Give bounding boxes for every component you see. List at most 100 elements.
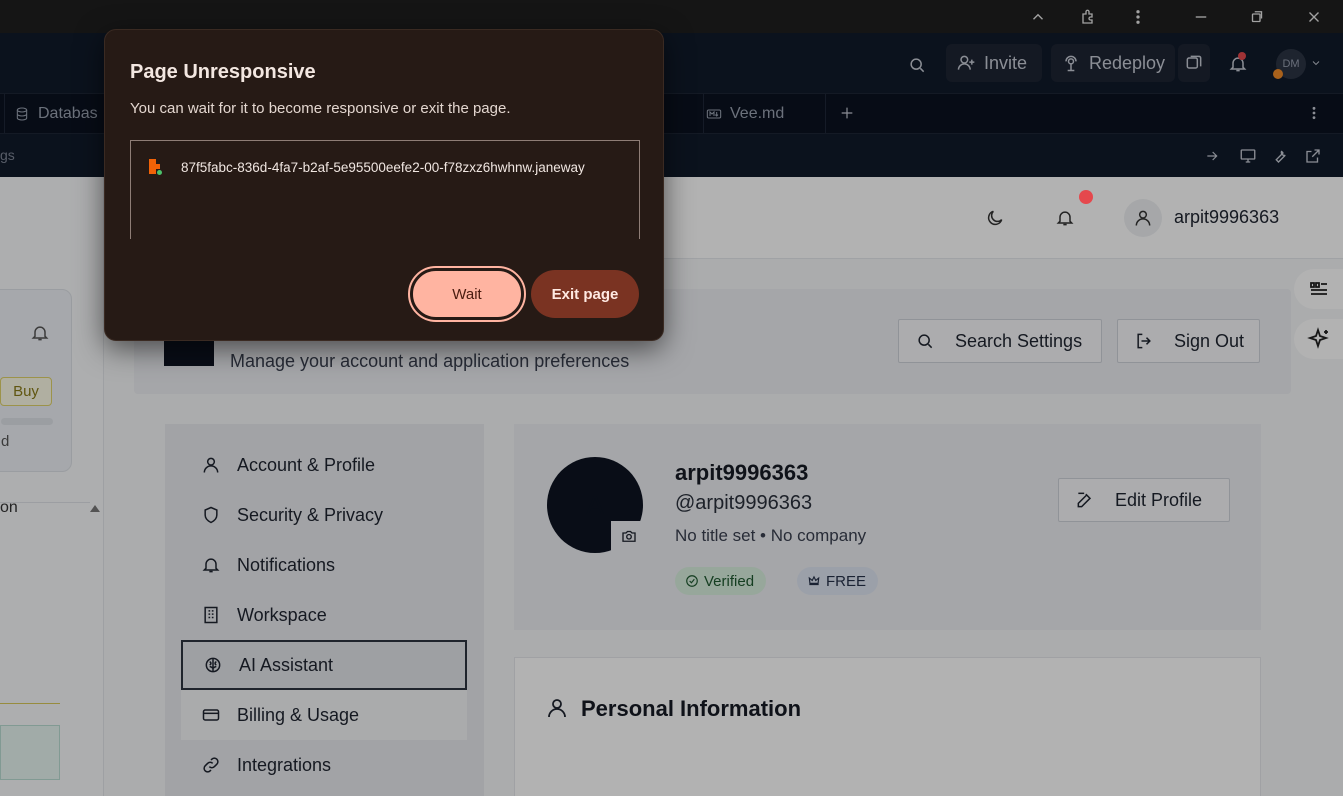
- search-settings-label: Search Settings: [955, 330, 1083, 351]
- person-icon: [548, 699, 566, 718]
- invite-button[interactable]: Invite: [946, 44, 1042, 82]
- header-username[interactable]: arpit9996363: [1174, 207, 1279, 228]
- redeploy-button[interactable]: Redeploy: [1051, 44, 1175, 82]
- left-progress-track: [1, 418, 53, 425]
- ide-notification-dot: [1238, 52, 1246, 60]
- replit-favicon-icon: [149, 159, 163, 175]
- scroll-up-arrow-icon[interactable]: [90, 505, 100, 512]
- settings-nav: Account & Profile Security & Privacy Not…: [165, 424, 484, 796]
- profile-meta: No title set • No company: [675, 526, 867, 545]
- buy-button[interactable]: Buy: [0, 377, 52, 406]
- restore-icon[interactable]: [1244, 4, 1270, 30]
- edit-icon: [1077, 492, 1092, 508]
- database-icon: [16, 107, 28, 121]
- invite-label: Invite: [984, 52, 1028, 73]
- crown-icon: [808, 575, 820, 586]
- verified-label: Verified: [704, 572, 755, 590]
- nav-workspace[interactable]: Workspace: [181, 590, 467, 640]
- nav-label: AI Assistant: [239, 654, 334, 675]
- credit-card-icon: [202, 709, 220, 721]
- nav-integrations[interactable]: Integrations: [181, 740, 467, 790]
- search-icon[interactable]: [905, 53, 929, 77]
- left-sidebar-panel: d Buy on: [0, 177, 104, 796]
- tab-more-icon[interactable]: [1305, 104, 1323, 122]
- sparkle-icon: [1306, 327, 1329, 349]
- page-unresponsive-dialog: Page Unresponsive You can wait for it to…: [104, 29, 664, 341]
- nav-account-profile[interactable]: Account & Profile: [181, 440, 467, 490]
- monitor-icon[interactable]: [1238, 146, 1258, 166]
- personal-info-card: Personal Information: [514, 657, 1261, 796]
- dialog-description: You can wait for it to become responsive…: [130, 100, 511, 117]
- nav-security-privacy[interactable]: Security & Privacy: [181, 490, 467, 540]
- exit-page-button[interactable]: Exit page: [531, 270, 639, 318]
- nav-label: Workspace: [237, 604, 327, 625]
- close-icon[interactable]: [1301, 4, 1327, 30]
- wait-button[interactable]: Wait: [408, 266, 526, 322]
- user-avatar[interactable]: [1124, 199, 1162, 237]
- user-plus-icon: [957, 55, 975, 70]
- ai-sparkle-button[interactable]: [1294, 319, 1343, 359]
- nav-label: Account & Profile: [237, 454, 376, 475]
- brain-icon: [205, 657, 221, 673]
- wait-label: Wait: [452, 285, 482, 303]
- nav-notifications[interactable]: Notifications: [181, 540, 467, 590]
- new-tab-plus-icon[interactable]: [838, 104, 856, 122]
- moon-icon[interactable]: [984, 207, 1006, 229]
- external-link-icon[interactable]: [1303, 146, 1323, 166]
- left-teal-box: [0, 725, 60, 780]
- redeploy-icon: [1065, 55, 1077, 72]
- left-fragment-d: d: [1, 433, 10, 450]
- shield-icon: [204, 506, 218, 524]
- chevron-down-icon[interactable]: [1310, 57, 1322, 69]
- link-icon: [203, 757, 219, 773]
- profile-name: arpit9996363: [675, 460, 809, 485]
- plan-badge: FREE: [797, 567, 879, 595]
- redeploy-label: Redeploy: [1089, 52, 1166, 73]
- address-fragment[interactable]: gs: [0, 147, 15, 163]
- wrench-icon[interactable]: [1270, 146, 1290, 166]
- tab-vee-md[interactable]: Vee.md: [706, 94, 826, 134]
- more-vert-icon[interactable]: [1125, 4, 1151, 30]
- unresponsive-pages-list: 87f5fabc-836d-4fa7-b2af-5e95500eefe2-00-…: [130, 140, 640, 239]
- buy-label: Buy: [13, 383, 39, 400]
- sign-out-icon: [1137, 333, 1151, 349]
- avatar-letter: A: [586, 489, 604, 520]
- user-icon: [203, 457, 219, 473]
- nav-billing-usage[interactable]: Billing & Usage: [181, 690, 467, 740]
- plan-label: FREE: [826, 572, 867, 590]
- minimize-icon[interactable]: [1188, 4, 1214, 30]
- extension-icon[interactable]: [1076, 4, 1102, 30]
- check-circle-icon: [686, 575, 698, 587]
- sign-out-button[interactable]: Sign Out: [1117, 319, 1260, 363]
- unresponsive-page-url: 87f5fabc-836d-4fa7-b2af-5e95500eefe2-00-…: [181, 159, 585, 175]
- tab-vee-md-label: Vee.md: [730, 105, 785, 122]
- building-icon: [204, 606, 218, 624]
- header-notification-dot: [1079, 190, 1093, 204]
- deploy-options-button[interactable]: [1178, 44, 1210, 82]
- arrow-right-icon[interactable]: [1203, 147, 1221, 165]
- quote-list-icon: [1309, 282, 1327, 295]
- search-settings-button[interactable]: Search Settings: [898, 319, 1102, 363]
- edit-profile-label: Edit Profile: [1115, 489, 1203, 510]
- unresponsive-page-item: 87f5fabc-836d-4fa7-b2af-5e95500eefe2-00-…: [149, 156, 625, 178]
- header-bell-icon[interactable]: [1054, 207, 1076, 229]
- sign-out-label: Sign Out: [1174, 330, 1245, 351]
- user-avatar-icon: [1135, 210, 1151, 226]
- nav-label: Billing & Usage: [237, 704, 360, 725]
- verified-badge: Verified: [675, 567, 767, 595]
- tab-database-label: Databas: [38, 105, 98, 122]
- chevron-up-icon[interactable]: [1025, 4, 1051, 30]
- left-bell-icon[interactable]: [29, 322, 51, 344]
- nav-ai-assistant[interactable]: AI Assistant: [181, 640, 467, 690]
- bell-icon: [202, 558, 220, 573]
- ide-avatar-initials: DM: [1282, 58, 1300, 70]
- nav-label: Notifications: [237, 554, 336, 575]
- quote-float-button[interactable]: [1294, 269, 1343, 309]
- camera-icon[interactable]: [611, 521, 647, 551]
- settings-subtitle: Manage your account and application pref…: [230, 351, 630, 371]
- left-fragment-on: on: [0, 499, 18, 516]
- nav-label: Security & Privacy: [237, 504, 384, 525]
- avatar-status-dot: [1273, 69, 1283, 79]
- personal-info-title: Personal Information: [581, 696, 802, 721]
- edit-profile-button[interactable]: Edit Profile: [1058, 478, 1230, 522]
